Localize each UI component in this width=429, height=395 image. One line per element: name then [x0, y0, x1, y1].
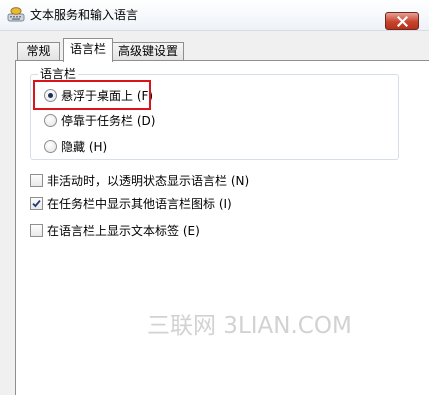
radio-button[interactable] — [44, 140, 57, 153]
checkbox[interactable] — [30, 174, 43, 187]
checkmark-icon — [32, 200, 41, 208]
radio-label: 隐藏 (H) — [61, 140, 108, 154]
title-bar[interactable]: 文本服务和输入语言 — [0, 0, 429, 31]
checkbox-label: 非活动时，以透明状态显示语言栏 (N) — [47, 174, 250, 188]
text-services-dialog: 文本服务和输入语言 常规 语言栏 高级键设置 语言栏 悬浮于桌面上 (F) 停靠… — [0, 0, 429, 395]
tab-advanced-key-settings[interactable]: 高级键设置 — [112, 42, 184, 60]
checkbox[interactable] — [30, 224, 43, 237]
tab-advanced-key-settings-label: 高级键设置 — [117, 44, 178, 58]
radio-label: 停靠于任务栏 (D) — [61, 114, 156, 128]
checkbox-label: 在语言栏上显示文本标签 (E) — [47, 224, 200, 238]
checkbox-label: 在任务栏中显示其他语言栏图标 (I) — [47, 197, 232, 211]
watermark: 三联网 3LIAN.COM — [147, 313, 352, 339]
radio-button[interactable] — [44, 114, 57, 127]
tab-language-bar-label: 语言栏 — [69, 42, 106, 56]
highlight-annotation — [33, 80, 151, 110]
close-button[interactable] — [385, 12, 419, 30]
keyboard-icon — [7, 7, 25, 23]
tab-general[interactable]: 常规 — [17, 42, 60, 60]
groupbox-title: 语言栏 — [38, 67, 79, 81]
close-x-icon — [397, 16, 408, 27]
checkbox[interactable] — [30, 197, 43, 210]
tab-language-bar[interactable]: 语言栏 — [63, 38, 113, 62]
tab-general-label: 常规 — [26, 44, 51, 58]
window-title: 文本服务和输入语言 — [30, 8, 139, 22]
